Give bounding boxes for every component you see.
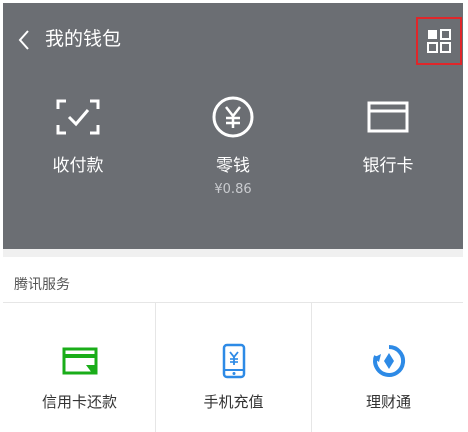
credit-card-repay-label: 信用卡还款 <box>41 393 117 411</box>
pay-receive-label: 收付款 <box>52 156 104 176</box>
phone-recharge-button[interactable]: 手机充值 <box>157 303 310 432</box>
wealth-button[interactable]: 理财通 <box>312 303 465 432</box>
section-title-tencent-services: 腾讯服务 <box>14 277 70 293</box>
chevron-left-icon <box>18 30 29 50</box>
bank-card-button[interactable]: 银行卡 <box>313 93 463 203</box>
grid-divider-vertical <box>155 303 156 432</box>
phone-recharge-label: 手机充值 <box>203 393 264 411</box>
bank-card-icon <box>367 101 409 133</box>
yuan-coin-icon <box>212 96 254 138</box>
grid-icon <box>427 29 451 53</box>
section-divider <box>3 249 463 257</box>
wallet-screen: 我的钱包 收付款 零钱 ¥0.86 银行卡 腾讯服务 信用卡还款 手机充值 理财… <box>0 0 468 432</box>
grid-menu-button[interactable] <box>416 17 462 65</box>
scan-pay-icon <box>56 99 100 135</box>
back-button[interactable] <box>13 25 35 55</box>
change-amount: ¥0.86 <box>214 182 252 197</box>
change-label: 零钱 <box>216 156 250 176</box>
bank-card-label: 银行卡 <box>362 156 414 176</box>
credit-card-repay-icon <box>62 347 97 375</box>
wealth-icon <box>372 344 405 377</box>
phone-recharge-icon <box>222 343 245 379</box>
pay-receive-button[interactable]: 收付款 <box>3 93 153 203</box>
page-title: 我的钱包 <box>45 28 122 50</box>
change-balance-button[interactable]: 零钱 ¥0.86 <box>158 93 308 203</box>
credit-card-repay-button[interactable]: 信用卡还款 <box>3 303 156 432</box>
wallet-header: 我的钱包 收付款 零钱 ¥0.86 银行卡 <box>3 3 463 249</box>
wealth-label: 理财通 <box>365 393 411 411</box>
